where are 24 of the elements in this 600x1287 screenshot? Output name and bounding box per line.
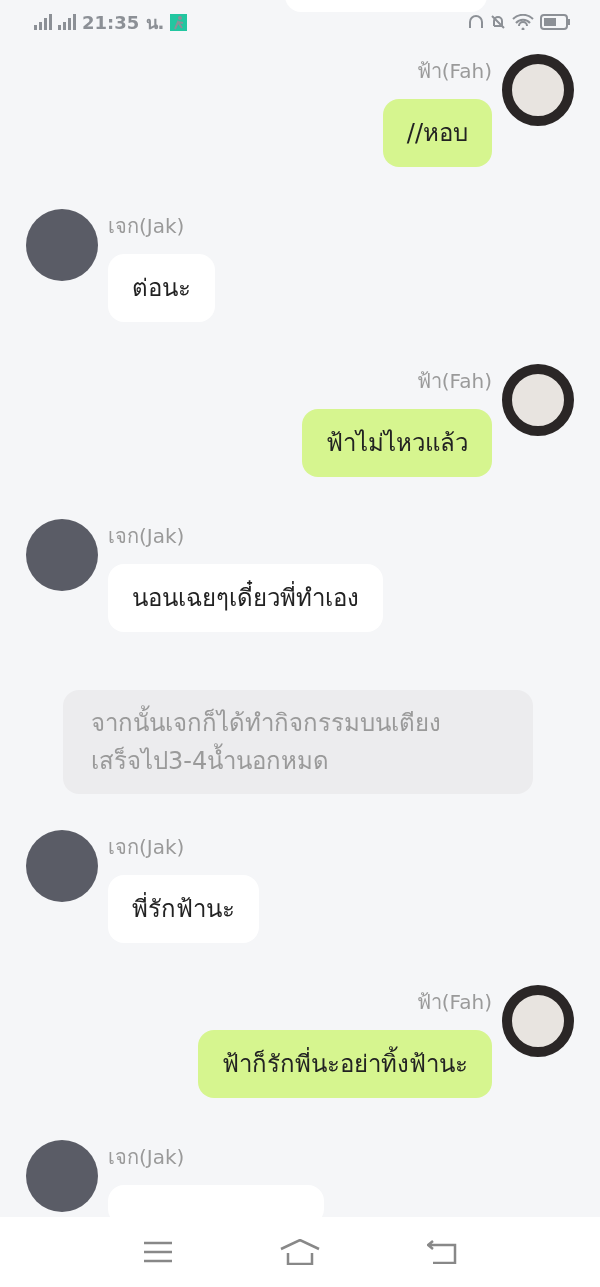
message-bubble: ต่อนะ — [108, 254, 215, 322]
message-bubble: //หอบ — [382, 99, 492, 167]
sender-name: ฟ้า(Fah) — [416, 58, 492, 85]
app-icon — [170, 13, 188, 31]
sender-name: เจก(Jak) — [108, 213, 185, 240]
message-bubble: พี่รักฟ้านะ — [108, 875, 259, 943]
message-bubble: ฟ้าก็รักพี่นะอย่าทิ้งฟ้านะ — [198, 1030, 492, 1098]
sender-name: ฟ้า(Fah) — [416, 989, 492, 1016]
status-time: 21:35 น. — [82, 10, 165, 35]
message-bubble: ฟ้าไม่ไหวแล้ว — [302, 409, 492, 477]
signal-icon — [34, 14, 52, 30]
signal-icon — [58, 14, 76, 30]
sender-name: เจก(Jak) — [108, 1144, 185, 1171]
sender-name: เจก(Jak) — [108, 834, 185, 861]
mute-icon — [490, 14, 506, 30]
wifi-icon — [512, 14, 534, 30]
narration-text: จากนั้นเจกก็ได้ทำกิจกรรมบนเตียงเสร็จไป3-4น้ำนอกหมด — [63, 690, 533, 794]
sender-name: เจก(Jak) — [108, 523, 185, 550]
home-icon[interactable] — [280, 1239, 320, 1265]
back-icon[interactable] — [426, 1240, 457, 1264]
sender-name: ฟ้า(Fah) — [416, 368, 492, 395]
message-bubble: นอนเฉยๆเดี๋ยวพี่ทำเอง — [108, 564, 383, 632]
menu-icon[interactable] — [143, 1241, 174, 1263]
battery-icon — [540, 14, 570, 30]
